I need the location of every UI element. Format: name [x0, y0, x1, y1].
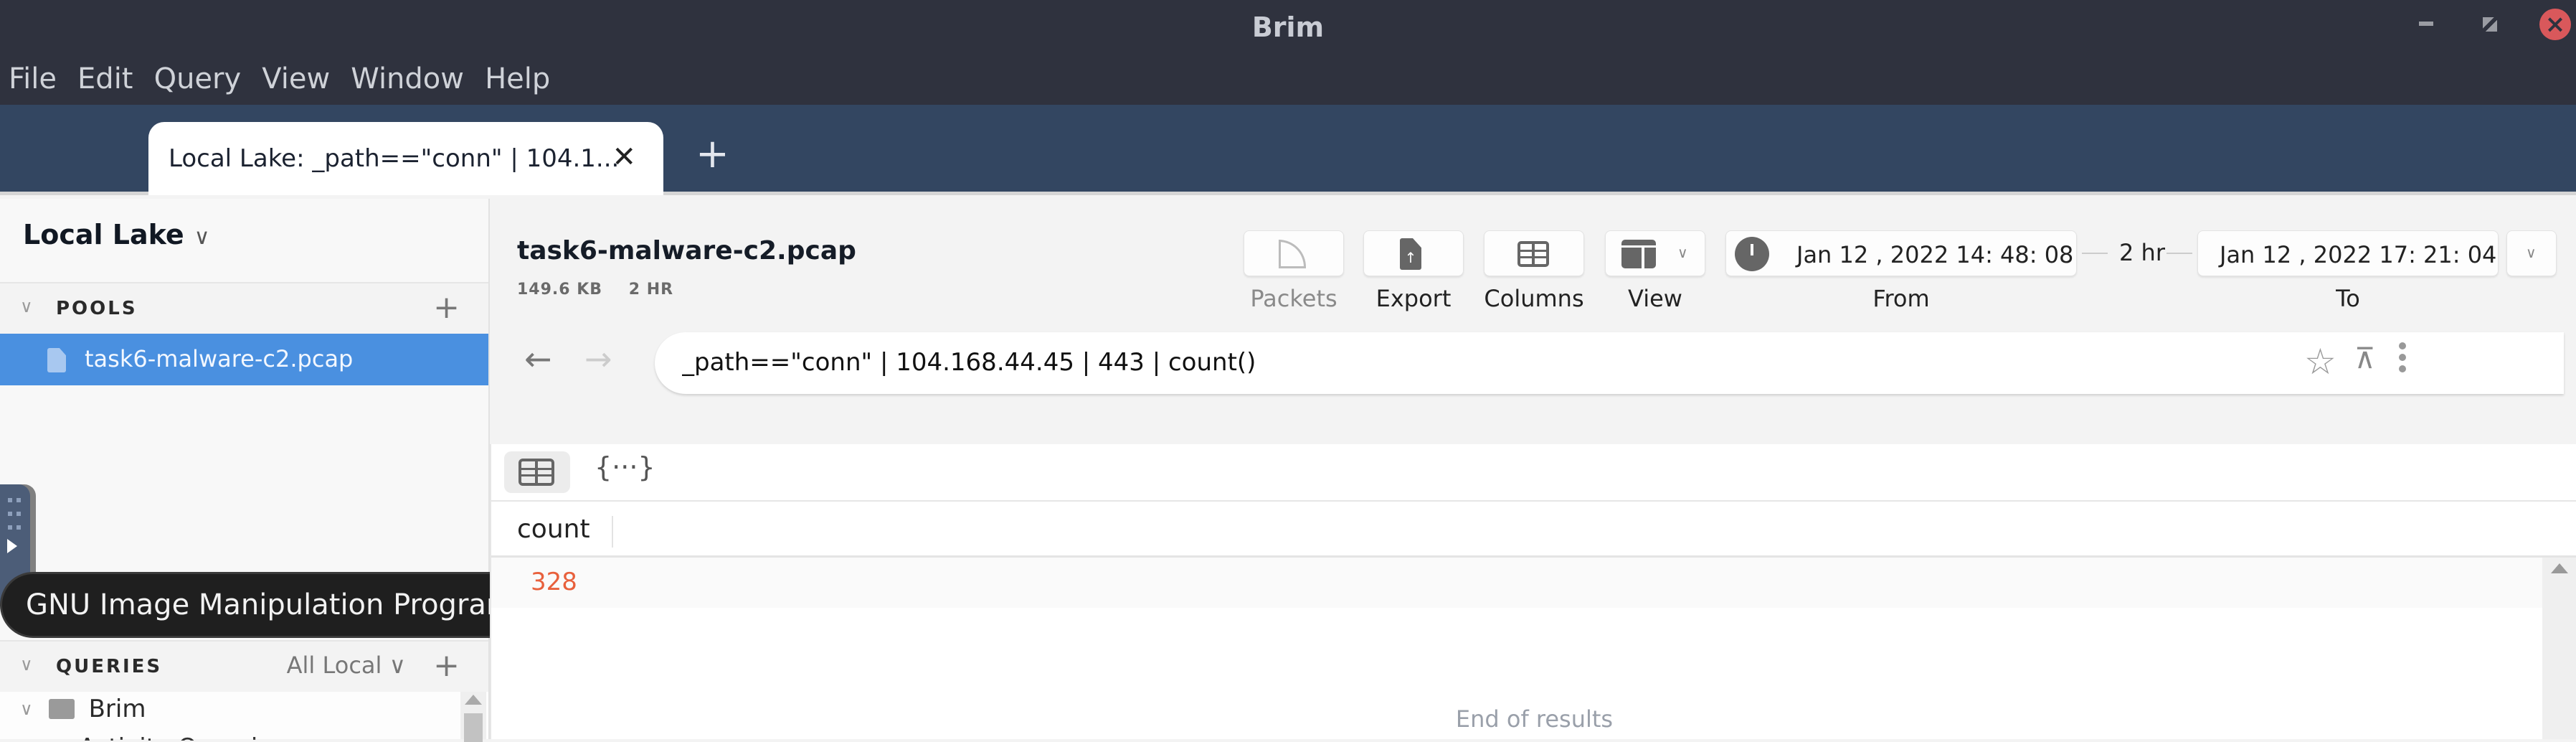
count-value[interactable]: 328: [531, 568, 577, 596]
pool-duration: 2 HR: [628, 281, 674, 299]
from-date-button[interactable]: Jan 12 , 2022 14: 48: 08: [1725, 230, 2077, 276]
query-input[interactable]: [682, 344, 2188, 381]
view-label: View: [1628, 285, 1682, 312]
pool-meta: 149.6 KB 2 HR: [517, 281, 693, 299]
range-span: 2 hr: [2119, 239, 2165, 266]
title-bar: Brim ×: [0, 0, 2576, 53]
to-date-button[interactable]: Jan 12 , 2022 17: 21: 04: [2197, 230, 2499, 276]
star-icon[interactable]: ☆: [2304, 341, 2336, 382]
menu-help[interactable]: Help: [485, 53, 550, 105]
window-title: Brim: [1251, 11, 1325, 43]
end-of-results: End of results: [1455, 705, 1614, 733]
pin-icon[interactable]: ⊼: [2354, 342, 2375, 375]
json-view-button[interactable]: {···}: [595, 451, 655, 483]
column-header-count[interactable]: count: [517, 515, 590, 544]
shark-fin-icon: [1279, 240, 1306, 268]
back-button[interactable]: ←: [524, 339, 552, 378]
chevron-down-icon: ∨: [1677, 244, 1688, 261]
columns-icon: [1517, 241, 1549, 267]
column-resize-handle[interactable]: [612, 516, 613, 548]
menu-query[interactable]: Query: [154, 53, 242, 105]
close-window-icon[interactable]: ×: [2539, 9, 2571, 40]
query-item[interactable]: Activity Overview: [79, 733, 293, 741]
chevron-down-icon[interactable]: ∨: [20, 699, 33, 719]
view-button[interactable]: ∨: [1605, 230, 1705, 276]
table-row[interactable]: 328: [491, 558, 2542, 608]
query-folder[interactable]: ∨ Brim: [20, 695, 146, 723]
add-pool-button[interactable]: +: [433, 289, 460, 326]
lake-name: Local Lake: [23, 219, 184, 250]
queries-filter-dropdown[interactable]: All Local ∨: [287, 652, 406, 679]
sidebar-scrollbar[interactable]: [460, 692, 486, 742]
from-label: From: [1872, 285, 1930, 312]
menu-window[interactable]: Window: [351, 53, 464, 105]
query-search-bar: ☆ ⊼: [655, 332, 2564, 394]
tab-close-icon[interactable]: ✕: [612, 141, 636, 174]
queries-header-label: QUERIES: [56, 656, 163, 677]
main-panel: task6-malware-c2.pcap 149.6 KB 2 HR Pack…: [490, 199, 2576, 739]
packets-label: Packets: [1250, 285, 1337, 312]
query-list: ∨ Brim Activity Overview: [0, 692, 488, 742]
chevron-down-icon: ∨: [2526, 244, 2537, 261]
chevron-down-icon[interactable]: ∨: [20, 296, 33, 316]
pool-item-label: task6-malware-c2.pcap: [85, 345, 354, 372]
chevron-down-icon[interactable]: ∨: [20, 654, 33, 675]
grip-icon: [6, 494, 23, 535]
columns-label: Columns: [1484, 285, 1584, 312]
query-folder-label: Brim: [88, 695, 146, 723]
results-panel: {···} count 328 End of results: [490, 444, 2576, 739]
maximize-icon[interactable]: [2483, 17, 2497, 32]
pool-item[interactable]: task6-malware-c2.pcap: [0, 334, 488, 385]
pools-header-label: POOLS: [56, 298, 138, 319]
new-tab-button[interactable]: +: [696, 131, 729, 177]
tooltip: GNU Image Manipulation Program: [0, 572, 539, 638]
tab-query[interactable]: Local Lake: _path=="conn" | 104.1... ✕: [148, 122, 663, 195]
more-options-icon[interactable]: [2399, 342, 2406, 377]
scrollbar-thumb[interactable]: [464, 713, 483, 742]
scroll-up-icon[interactable]: [2551, 563, 2568, 573]
time-range-dropdown[interactable]: ∨: [2506, 230, 2557, 276]
packets-button[interactable]: [1244, 230, 1344, 276]
export-icon: ↑: [1400, 238, 1421, 270]
to-date: Jan 12 , 2022 17: 21: 04: [2220, 241, 2497, 268]
menu-file[interactable]: File: [9, 53, 57, 105]
tab-bar: Local Lake: _path=="conn" | 104.1... ✕ +: [0, 105, 2576, 195]
range-divider: [2082, 253, 2108, 254]
menu-view[interactable]: View: [262, 53, 330, 105]
minimize-icon[interactable]: [2419, 22, 2433, 26]
scroll-up-icon[interactable]: [465, 695, 482, 705]
range-divider: [2167, 253, 2192, 254]
clock-icon: [1735, 237, 1769, 271]
file-icon: [47, 348, 66, 372]
add-query-button[interactable]: +: [433, 647, 460, 684]
lake-selector[interactable]: Local Lake ∨: [23, 219, 210, 250]
forward-button[interactable]: →: [584, 339, 612, 378]
to-label: To: [2336, 285, 2360, 312]
folder-icon: [48, 699, 75, 719]
columns-button[interactable]: [1484, 230, 1584, 276]
queries-section-header[interactable]: ∨ QUERIES All Local ∨ +: [0, 640, 488, 692]
pool-title: task6-malware-c2.pcap: [517, 236, 856, 266]
export-button[interactable]: ↑: [1363, 230, 1464, 276]
menu-edit[interactable]: Edit: [77, 53, 133, 105]
table-header: count: [491, 500, 2576, 558]
table-icon: [518, 459, 554, 486]
menu-bar: File Edit Query View Window Help: [0, 53, 2576, 105]
tab-label: Local Lake: _path=="conn" | 104.1...: [169, 144, 620, 173]
from-date: Jan 12 , 2022 14: 48: 08: [1796, 241, 2074, 268]
pools-section-header[interactable]: ∨ POOLS +: [0, 282, 488, 334]
layout-icon: [1621, 240, 1656, 268]
export-label: Export: [1375, 285, 1452, 312]
play-icon[interactable]: [7, 539, 17, 553]
sidebar: Local Lake ∨ ∨ POOLS + task6-malware-c2.p…: [0, 199, 490, 742]
table-view-button[interactable]: [504, 451, 570, 493]
pool-size: 149.6 KB: [517, 281, 603, 299]
chevron-down-icon: ∨: [194, 225, 210, 250]
